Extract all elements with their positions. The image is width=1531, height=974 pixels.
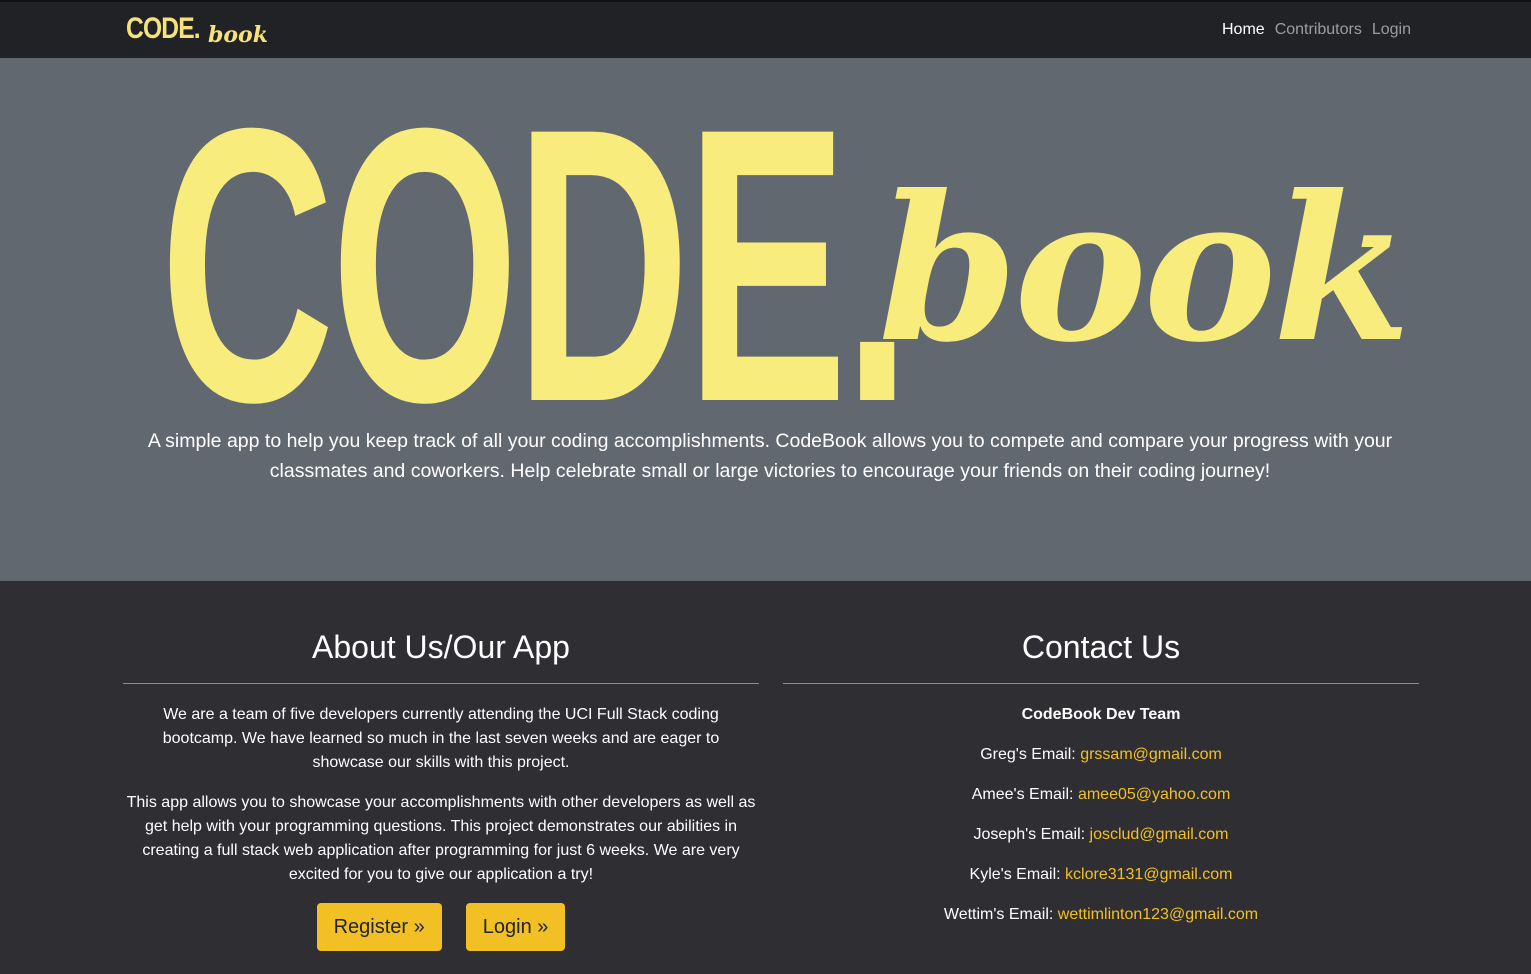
contact-email-link[interactable]: amee05@yahoo.com	[1078, 786, 1230, 803]
register-button[interactable]: Register »	[316, 903, 442, 951]
contact-heading: Contact Us	[1021, 629, 1181, 665]
about-divider	[123, 683, 759, 684]
contact-email-link[interactable]: josclud@gmail.com	[1090, 826, 1229, 843]
contact-email-row: Greg's Email: grssam@gmail.com	[783, 743, 1419, 767]
contact-email-row: Amee's Email: amee05@yahoo.com	[783, 783, 1419, 807]
contact-email-link[interactable]: grssam@gmail.com	[1080, 746, 1222, 763]
brand-logo[interactable]: CODE. book	[126, 12, 268, 48]
hero-logo: CODE. book	[160, 70, 1411, 460]
hero-description: A simple app to help you keep track of a…	[147, 430, 1393, 482]
hero-jumbotron: CODE. book A simple app to help you keep…	[0, 58, 1531, 581]
brand-code-text: CODE.	[126, 12, 201, 45]
brand-book-text: book	[208, 22, 268, 48]
hero-logo-book: book	[878, 152, 1411, 387]
about-heading: About Us/Our App	[312, 629, 570, 665]
contact-email-row: Kyle's Email: kclore3131@gmail.com	[783, 863, 1419, 887]
contact-email-label: Kyle's Email:	[969, 866, 1061, 883]
contact-email-label: Joseph's Email:	[973, 826, 1086, 843]
nav-links: Home Contributors Login	[1222, 21, 1411, 39]
nav-link-home[interactable]: Home	[1222, 21, 1265, 39]
contact-section: Contact Us CodeBook Dev Team Greg's Emai…	[783, 581, 1419, 927]
contact-team-title: CodeBook Dev Team	[1021, 706, 1181, 723]
about-buttons: Register » Login »	[123, 903, 759, 951]
about-paragraph-2: This app allows you to showcase your acc…	[126, 794, 756, 883]
about-paragraph-1: We are a team of five developers current…	[162, 706, 720, 771]
contact-email-link[interactable]: wettimlinton123@gmail.com	[1058, 906, 1258, 923]
contact-email-label: Greg's Email:	[980, 746, 1076, 763]
nav-link-contributors[interactable]: Contributors	[1275, 21, 1362, 39]
contact-divider	[783, 683, 1419, 684]
contact-email-label: Amee's Email:	[971, 786, 1074, 803]
login-button[interactable]: Login »	[465, 903, 566, 951]
hero-logo-code: CODE.	[160, 47, 911, 483]
nav-link-login[interactable]: Login	[1372, 21, 1411, 39]
about-section: About Us/Our App We are a team of five d…	[123, 581, 759, 951]
contact-email-row: Joseph's Email: josclud@gmail.com	[783, 823, 1419, 847]
contact-email-label: Wettim's Email:	[943, 906, 1054, 923]
contact-email-link[interactable]: kclore3131@gmail.com	[1065, 866, 1232, 883]
contact-email-row: Wettim's Email: wettimlinton123@gmail.co…	[783, 903, 1419, 927]
